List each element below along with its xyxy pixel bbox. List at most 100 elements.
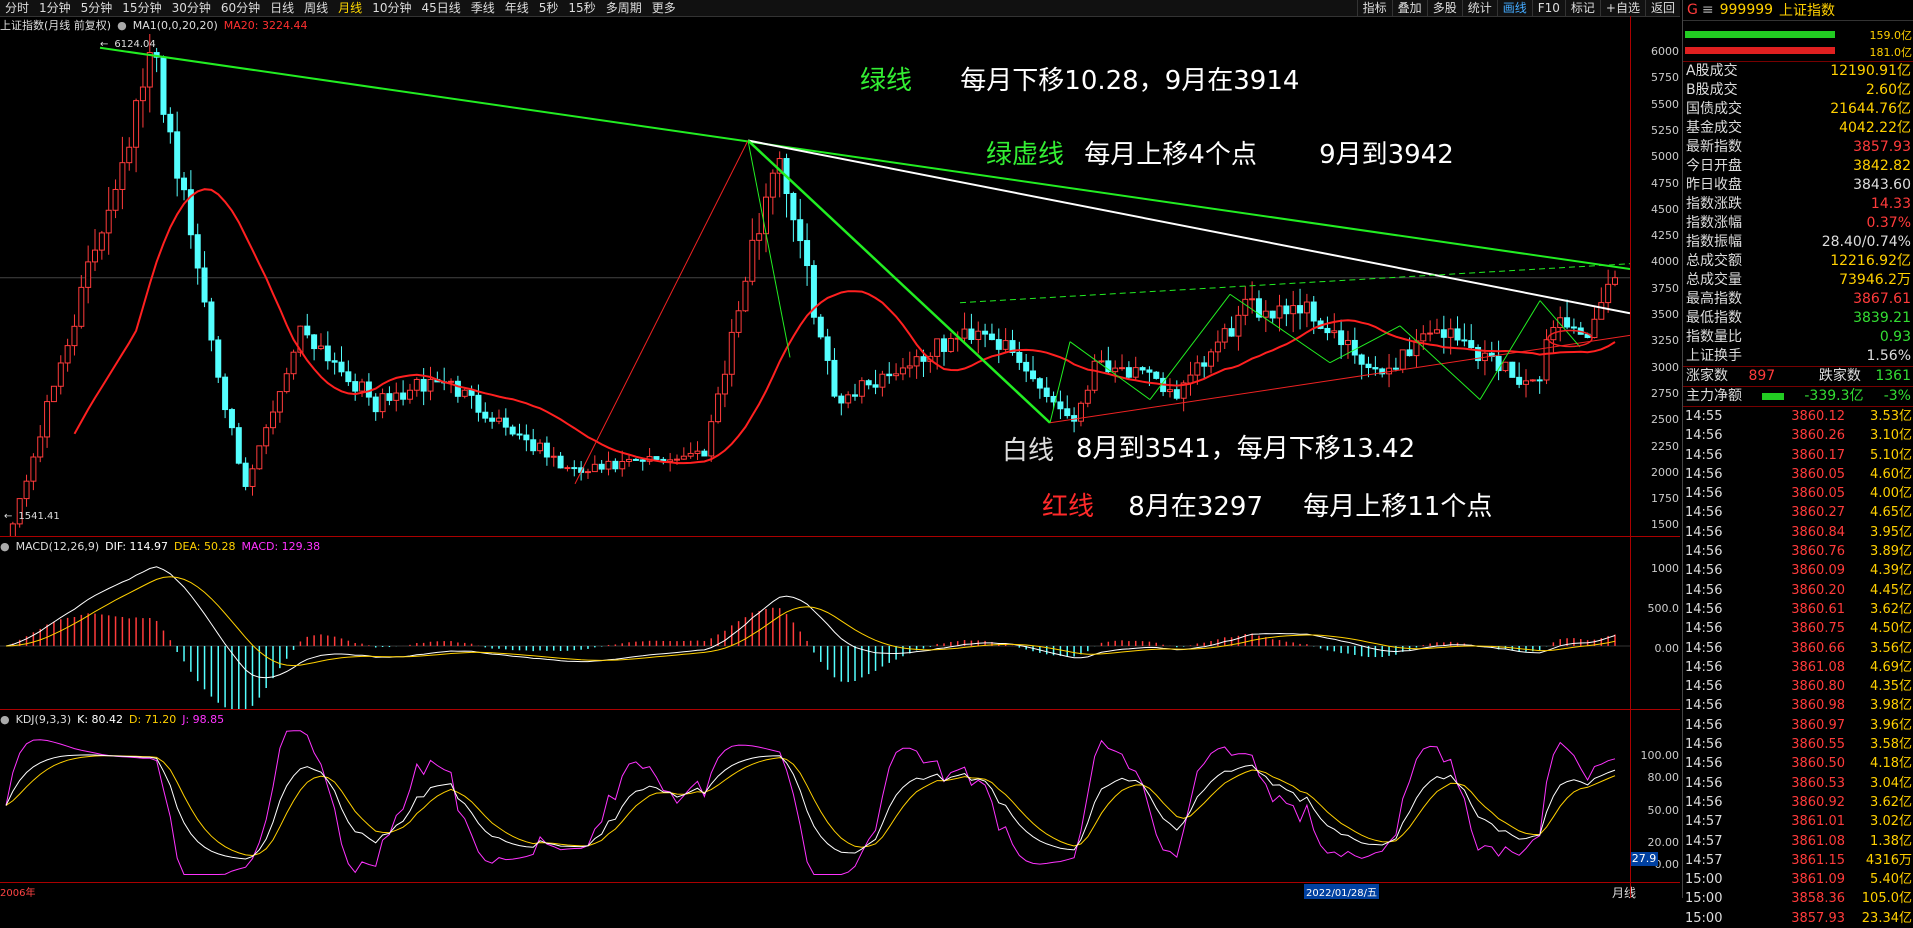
period-tab[interactable]: 多周期 [601,0,647,16]
tick-row[interactable]: 14:56 3860.80 4.35亿 [1683,677,1913,696]
tick-vol: 4.65亿 [1870,505,1912,521]
tick-row[interactable]: 14:56 3860.98 3.98亿 [1683,696,1913,715]
tick-row[interactable]: 14:56 3860.61 3.62亿 [1683,600,1913,619]
kdj-k: K: 80.42 [77,712,124,726]
candle [1132,356,1139,380]
period-tab[interactable]: 45日线 [416,0,465,16]
candle [968,313,975,344]
menu-icon[interactable]: ≡ [1702,2,1714,18]
inflow-value: 159.0亿 [1869,29,1913,42]
tick-time: 14:56 [1685,698,1723,714]
tick-row[interactable]: 14:56 3860.76 3.89亿 [1683,542,1913,561]
period-tab[interactable]: 15秒 [563,0,600,16]
kdj-settings-icon[interactable]: ● [0,713,10,726]
tick-vol: 3.10亿 [1870,428,1912,444]
tool-tab[interactable]: +自选 [1599,0,1645,16]
candle [941,334,948,366]
period-tab[interactable]: 月线 [333,0,367,16]
stat-row: 最低指数 3839.21 [1683,309,1913,328]
tool-tab[interactable]: 标记 [1564,0,1600,16]
period-tab[interactable]: 季线 [466,0,500,16]
stat-row: 指数涨跌 14.33 [1683,195,1913,214]
tick-row[interactable]: 14:56 3860.75 4.50亿 [1683,619,1913,638]
tick-row[interactable]: 14:56 3860.84 3.95亿 [1683,523,1913,542]
candle [441,367,448,391]
candle [769,169,776,215]
tick-row[interactable]: 14:57 3861.08 1.38亿 [1683,832,1913,851]
tick-row[interactable]: 14:56 3860.55 3.58亿 [1683,735,1913,754]
ma20-label: MA20: 3224.44 [223,18,308,32]
tool-tab[interactable]: F10 [1531,0,1565,16]
tick-row[interactable]: 15:00 3857.93 23.34亿 [1683,909,1913,928]
stat-row: 昨日收盘 3843.60 [1683,176,1913,195]
candle [1372,356,1379,376]
candle [126,137,133,171]
period-tab[interactable]: 1分钟 [34,0,76,16]
outflow-bar [1685,47,1835,54]
period-tab[interactable]: 15分钟 [117,0,166,16]
tick-row[interactable]: 14:56 3860.09 4.39亿 [1683,561,1913,580]
period-tab[interactable]: 日线 [265,0,299,16]
tick-row[interactable]: 14:56 3860.05 4.60亿 [1683,465,1913,484]
stat-label: 基金成交 [1686,120,1742,136]
stat-label: B股成交 [1686,82,1738,98]
tool-tab[interactable]: 画线 [1496,0,1532,16]
tick-row[interactable]: 14:57 3861.15 4316万 [1683,851,1913,870]
period-tab[interactable]: 周线 [299,0,333,16]
candle [961,312,968,344]
tick-price: 3858.36 [1791,891,1845,907]
tick-row[interactable]: 14:56 3860.20 4.45亿 [1683,581,1913,600]
tool-tab[interactable]: 统计 [1461,0,1497,16]
candle [701,448,708,457]
tick-row[interactable]: 15:00 3861.09 5.40亿 [1683,870,1913,889]
candle [1064,395,1071,419]
candle [352,373,359,401]
tick-row[interactable]: 14:56 3860.97 3.96亿 [1683,716,1913,735]
candle [1043,377,1050,403]
tick-row[interactable]: 14:57 3861.01 3.02亿 [1683,812,1913,831]
tool-tab[interactable]: 指标 [1356,0,1392,16]
tick-row[interactable]: 14:56 3860.53 3.04亿 [1683,774,1913,793]
period-tab[interactable]: 分时 [0,0,34,16]
candle [790,191,797,242]
indicator-dropdown-icon[interactable]: ● [117,19,127,32]
stat-value: 28.40/0.74% [1821,234,1911,250]
candle [1208,348,1215,374]
stat-value: 4042.22亿 [1839,120,1911,136]
candle [338,346,345,377]
tick-row[interactable]: 14:56 3860.26 3.10亿 [1683,426,1913,445]
candle [1276,294,1283,332]
stat-row: 基金成交 4042.22亿 [1683,119,1913,138]
period-tab[interactable]: 5秒 [534,0,564,16]
period-tab[interactable]: 10分钟 [367,0,416,16]
tool-tab[interactable]: 多股 [1426,0,1462,16]
period-tab[interactable]: 更多 [647,0,681,16]
period-tab[interactable]: 60分钟 [216,0,265,16]
tick-row[interactable]: 14:56 3860.27 4.65亿 [1683,503,1913,522]
macd-chart[interactable] [0,554,1630,709]
annotation-green-dashed-line: 绿虚线 每月上移4个点 9月到3942 [986,134,1454,171]
period-tab[interactable]: 5分钟 [76,0,118,16]
candle [187,170,194,249]
tick-row[interactable]: 14:55 3860.12 3.53亿 [1683,407,1913,426]
tick-row[interactable]: 14:56 3861.08 4.69亿 [1683,658,1913,677]
period-tab[interactable]: 30分钟 [167,0,216,16]
chart-right-border [1630,16,1631,898]
kdj-chart[interactable] [0,728,1630,880]
tool-tab[interactable]: 返回 [1644,0,1680,16]
stat-value: 73946.2万 [1839,272,1911,288]
tick-row[interactable]: 14:56 3860.05 4.00亿 [1683,484,1913,503]
period-tab[interactable]: 年线 [500,0,534,16]
macd-settings-icon[interactable]: ● [0,540,10,553]
tick-row[interactable]: 15:00 3858.36 105.0亿 [1683,889,1913,908]
tick-time: 14:56 [1685,601,1723,617]
tick-row[interactable]: 14:56 3860.17 5.10亿 [1683,446,1913,465]
tick-price: 3860.98 [1791,698,1845,714]
tick-row[interactable]: 14:56 3860.92 3.62亿 [1683,793,1913,812]
tick-list[interactable]: 14:55 3860.12 3.53亿 14:56 3860.26 3.10亿 14:56 3… [1683,407,1913,928]
tick-row[interactable]: 14:56 3860.66 3.56亿 [1683,639,1913,658]
candle [708,414,715,462]
tick-row[interactable]: 14:56 3860.50 4.18亿 [1683,754,1913,773]
candle [502,408,509,436]
tool-tab[interactable]: 叠加 [1391,0,1427,16]
